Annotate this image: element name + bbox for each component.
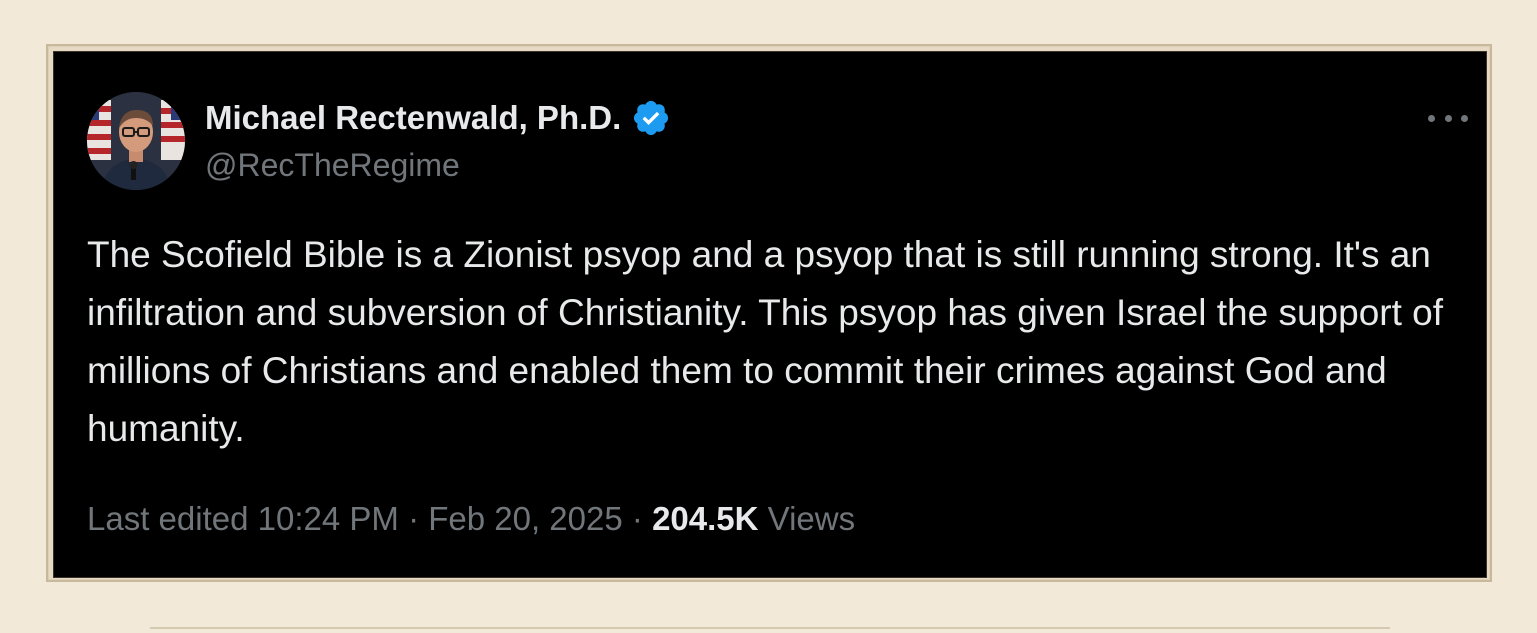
- dot: [1428, 114, 1435, 122]
- avatar-image: [87, 92, 185, 190]
- tweet-date[interactable]: Feb 20, 2025: [428, 500, 623, 537]
- more-options-icon[interactable]: [1428, 106, 1468, 130]
- views-label: Views: [767, 500, 856, 537]
- separator: ·: [408, 500, 420, 537]
- verified-badge-icon[interactable]: [631, 98, 671, 138]
- dot: [1444, 114, 1452, 122]
- views-count[interactable]: 204.5K: [652, 500, 758, 537]
- tweet-card[interactable]: Michael Rectenwald, Ph.D. @RecTheRegime …: [53, 51, 1487, 578]
- divider: [150, 627, 1390, 629]
- separator: ·: [631, 500, 643, 537]
- tweet-time[interactable]: 10:24 PM: [258, 500, 399, 537]
- tweet-metadata: Last edited 10:24 PM · Feb 20, 2025 · 20…: [87, 500, 855, 538]
- edited-label[interactable]: Last edited: [87, 500, 248, 537]
- dot: [1461, 114, 1468, 122]
- display-name[interactable]: Michael Rectenwald, Ph.D.: [205, 99, 621, 137]
- tweet-text: The Scofield Bible is a Zionist psyop an…: [87, 234, 1444, 449]
- avatar[interactable]: [87, 92, 185, 190]
- author-handle[interactable]: @RecTheRegime: [205, 147, 460, 184]
- author-name-row[interactable]: Michael Rectenwald, Ph.D.: [205, 98, 671, 138]
